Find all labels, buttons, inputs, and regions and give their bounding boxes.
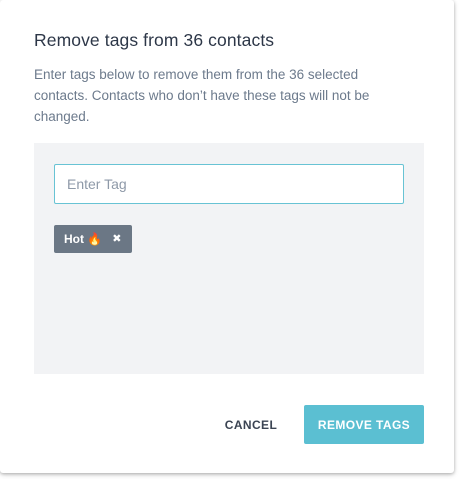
tag-panel: Hot 🔥 ✖ bbox=[34, 143, 424, 374]
close-icon[interactable]: ✖ bbox=[112, 233, 121, 245]
tag-input[interactable] bbox=[54, 164, 404, 204]
cancel-button[interactable]: CANCEL bbox=[212, 405, 290, 444]
tag-chip: Hot 🔥 ✖ bbox=[54, 225, 132, 253]
remove-tags-button[interactable]: REMOVE TAGS bbox=[304, 405, 424, 444]
remove-tags-dialog: Remove tags from 36 contacts Enter tags … bbox=[0, 0, 454, 473]
dialog-description: Enter tags below to remove them from the… bbox=[34, 67, 370, 124]
tag-chip-label: Hot 🔥 bbox=[64, 232, 103, 246]
dialog-title: Remove tags from 36 contacts bbox=[34, 30, 275, 50]
